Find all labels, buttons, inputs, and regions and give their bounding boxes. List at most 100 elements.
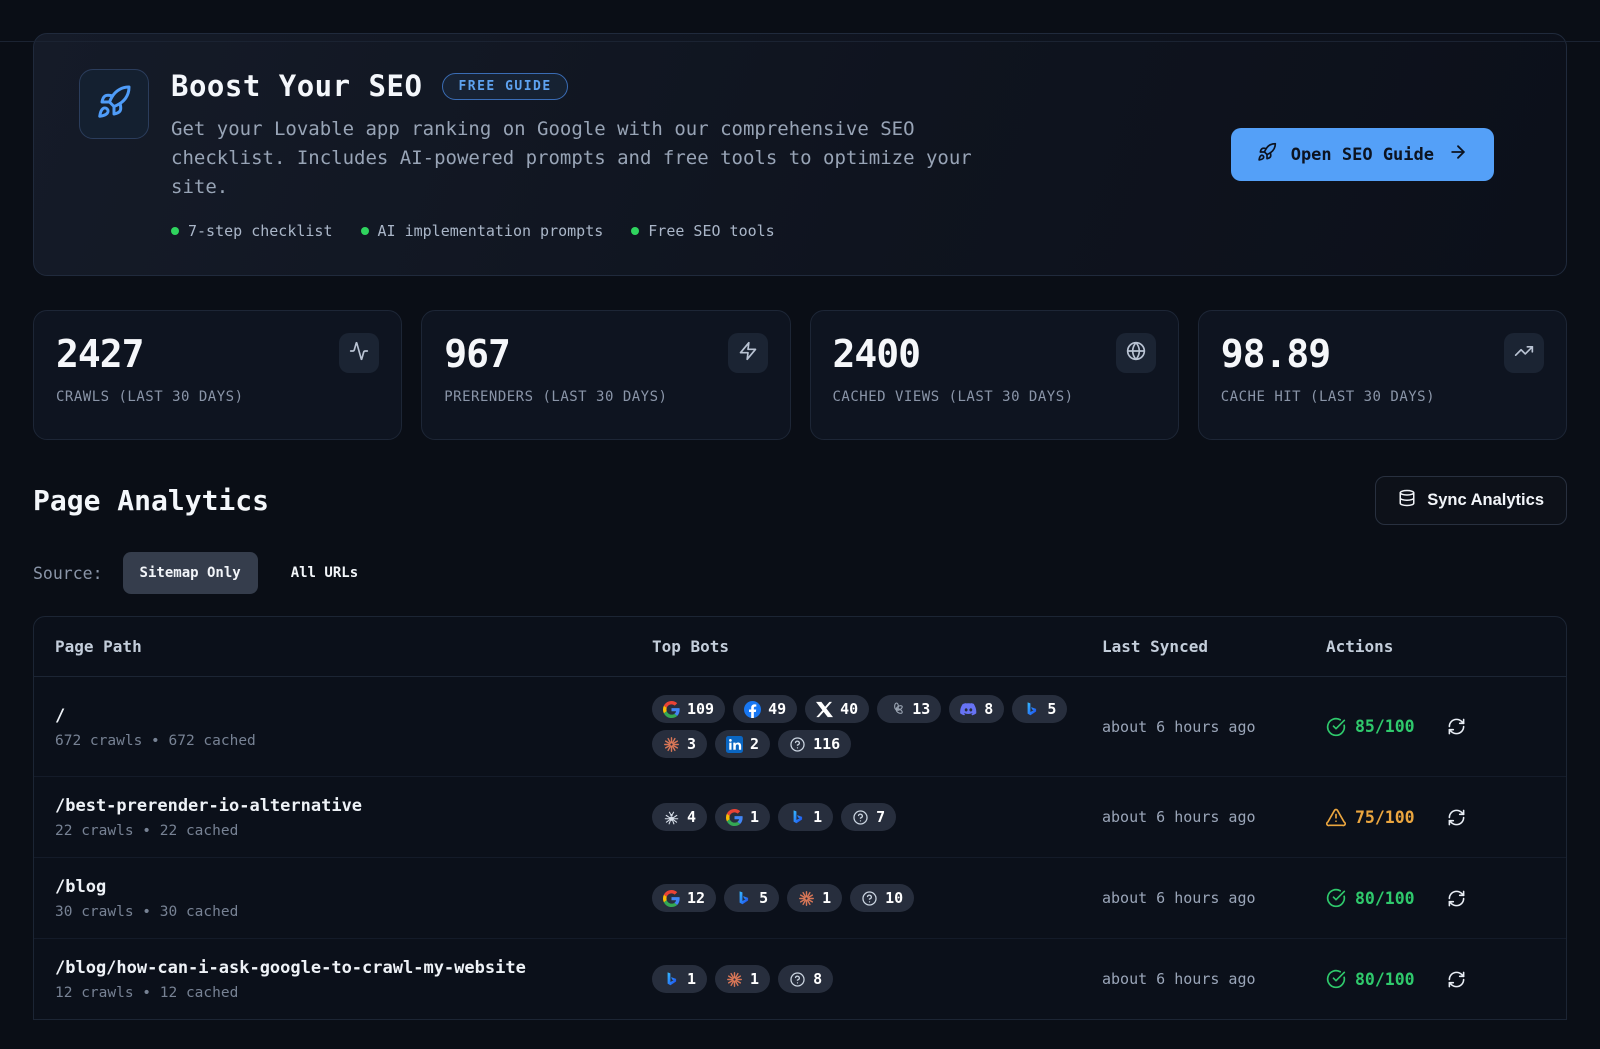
refresh-button[interactable] xyxy=(1445,806,1468,829)
stat-card: 967 PRERENDERS (LAST 30 DAYS) xyxy=(421,310,790,440)
feature-item: 7-step checklist xyxy=(171,222,333,240)
crawler-bot-icon xyxy=(663,809,680,826)
crawl-stats: 30 crawls • 30 cached xyxy=(55,904,652,920)
column-header: Actions xyxy=(1326,637,1566,656)
bot-count: 8 xyxy=(813,970,822,988)
bot-count: 13 xyxy=(912,700,930,718)
claude-bot-icon xyxy=(663,736,680,753)
stat-card: 98.89 CACHE HIT (LAST 30 DAYS) xyxy=(1198,310,1567,440)
table-row: /best-prerender-io-alternative 22 crawls… xyxy=(34,777,1566,858)
refresh-button[interactable] xyxy=(1445,715,1468,738)
feature-label: 7-step checklist xyxy=(188,222,333,240)
sync-analytics-button[interactable]: Sync Analytics xyxy=(1375,476,1567,525)
page-path[interactable]: /blog/how-can-i-ask-google-to-crawl-my-w… xyxy=(55,957,652,979)
table-row: /blog 30 crawls • 30 cached 12 5 1 10 ab… xyxy=(34,858,1566,939)
feature-item: Free SEO tools xyxy=(631,222,774,240)
bot-badge: 116 xyxy=(778,730,851,758)
bot-count: 12 xyxy=(687,889,705,907)
feature-item: AI implementation prompts xyxy=(361,222,604,240)
bot-count: 49 xyxy=(768,700,786,718)
source-option-all-urls[interactable]: All URLs xyxy=(274,552,375,594)
bot-badge: 40 xyxy=(805,695,869,723)
bing-bot-icon xyxy=(735,890,752,907)
unknown-bot-icon xyxy=(789,971,806,988)
bot-badge: 5 xyxy=(724,884,779,912)
bot-badge: 1 xyxy=(652,965,707,993)
green-dot-icon xyxy=(361,227,369,235)
rocket-tile xyxy=(79,69,149,139)
last-synced: about 6 hours ago xyxy=(1102,970,1326,988)
refresh-button[interactable] xyxy=(1445,968,1468,991)
bot-count: 40 xyxy=(840,700,858,718)
google-bot-icon xyxy=(663,701,680,718)
bot-count: 10 xyxy=(885,889,903,907)
top-bots: 1 1 8 xyxy=(652,965,1092,993)
bot-count: 1 xyxy=(750,808,759,826)
seo-score: 85/100 xyxy=(1326,717,1415,737)
bot-count: 4 xyxy=(687,808,696,826)
unknown-bot-icon xyxy=(789,736,806,753)
table-row: / 672 crawls • 672 cached 109 49 40 13 8… xyxy=(34,677,1566,777)
top-divider xyxy=(0,41,1600,42)
bot-badge: 2 xyxy=(715,730,770,758)
free-guide-badge: FREE GUIDE xyxy=(442,73,567,100)
trending-up-icon xyxy=(1514,341,1534,365)
column-header: Page Path xyxy=(55,637,652,656)
bot-count: 1 xyxy=(750,970,759,988)
warning-icon xyxy=(1326,807,1346,827)
cta-label: Open SEO Guide xyxy=(1291,145,1434,165)
bot-badge: 5 xyxy=(1012,695,1067,723)
bot-badge: 1 xyxy=(778,803,833,831)
stat-value: 2427 xyxy=(56,335,379,373)
google-bot-icon xyxy=(663,890,680,907)
stats-row: 2427 CRAWLS (LAST 30 DAYS) 967 PRERENDER… xyxy=(33,310,1567,440)
bot-badge: 8 xyxy=(778,965,833,993)
globe-icon xyxy=(1126,341,1146,365)
green-dot-icon xyxy=(631,227,639,235)
stat-value: 2400 xyxy=(833,335,1156,373)
source-option-sitemap-only[interactable]: Sitemap Only xyxy=(123,552,258,594)
activity-icon xyxy=(349,341,369,365)
page-analytics-title: Page Analytics xyxy=(33,484,269,517)
check-circle-icon xyxy=(1326,717,1346,737)
last-synced: about 6 hours ago xyxy=(1102,889,1326,907)
crawl-stats: 672 crawls • 672 cached xyxy=(55,733,652,749)
page-analytics-table: Page PathTop BotsLast SyncedActions / 67… xyxy=(33,616,1567,1020)
top-bots: 12 5 1 10 xyxy=(652,884,1092,912)
bot-badge: 1 xyxy=(715,803,770,831)
table-row: /blog/how-can-i-ask-google-to-crawl-my-w… xyxy=(34,939,1566,1019)
stat-card: 2400 CACHED VIEWS (LAST 30 DAYS) xyxy=(810,310,1179,440)
column-header: Last Synced xyxy=(1102,637,1326,656)
bot-badge: 8 xyxy=(949,695,1004,723)
crawl-stats: 12 crawls • 12 cached xyxy=(55,985,652,1001)
open-seo-guide-button[interactable]: Open SEO Guide xyxy=(1231,128,1494,181)
bot-badge: 49 xyxy=(733,695,797,723)
bot-count: 1 xyxy=(687,970,696,988)
stat-value: 967 xyxy=(444,335,767,373)
stat-icon-tile xyxy=(339,333,379,373)
rocket-icon xyxy=(96,84,132,124)
page-path[interactable]: / xyxy=(55,705,652,727)
last-synced: about 6 hours ago xyxy=(1102,808,1326,826)
table-header-row: Page PathTop BotsLast SyncedActions xyxy=(34,617,1566,677)
stat-icon-tile xyxy=(728,333,768,373)
bot-count: 3 xyxy=(687,735,696,753)
bing-bot-icon xyxy=(663,971,680,988)
arrow-right-icon xyxy=(1448,142,1468,167)
facebook-bot-icon xyxy=(744,701,761,718)
linkedin-bot-icon xyxy=(726,736,743,753)
bing-bot-icon xyxy=(789,809,806,826)
column-header: Top Bots xyxy=(652,637,1102,656)
claude-bot-icon xyxy=(798,890,815,907)
x-bot-icon xyxy=(816,701,833,718)
sync-analytics-label: Sync Analytics xyxy=(1427,491,1544,510)
seo-score: 75/100 xyxy=(1326,807,1415,827)
openai-bot-icon xyxy=(888,701,905,718)
check-circle-icon xyxy=(1326,888,1346,908)
page-path[interactable]: /best-prerender-io-alternative xyxy=(55,795,652,817)
bot-count: 2 xyxy=(750,735,759,753)
page-path[interactable]: /blog xyxy=(55,876,652,898)
refresh-button[interactable] xyxy=(1445,887,1468,910)
banner-description: Get your Lovable app ranking on Google w… xyxy=(171,115,991,202)
feature-label: AI implementation prompts xyxy=(378,222,604,240)
